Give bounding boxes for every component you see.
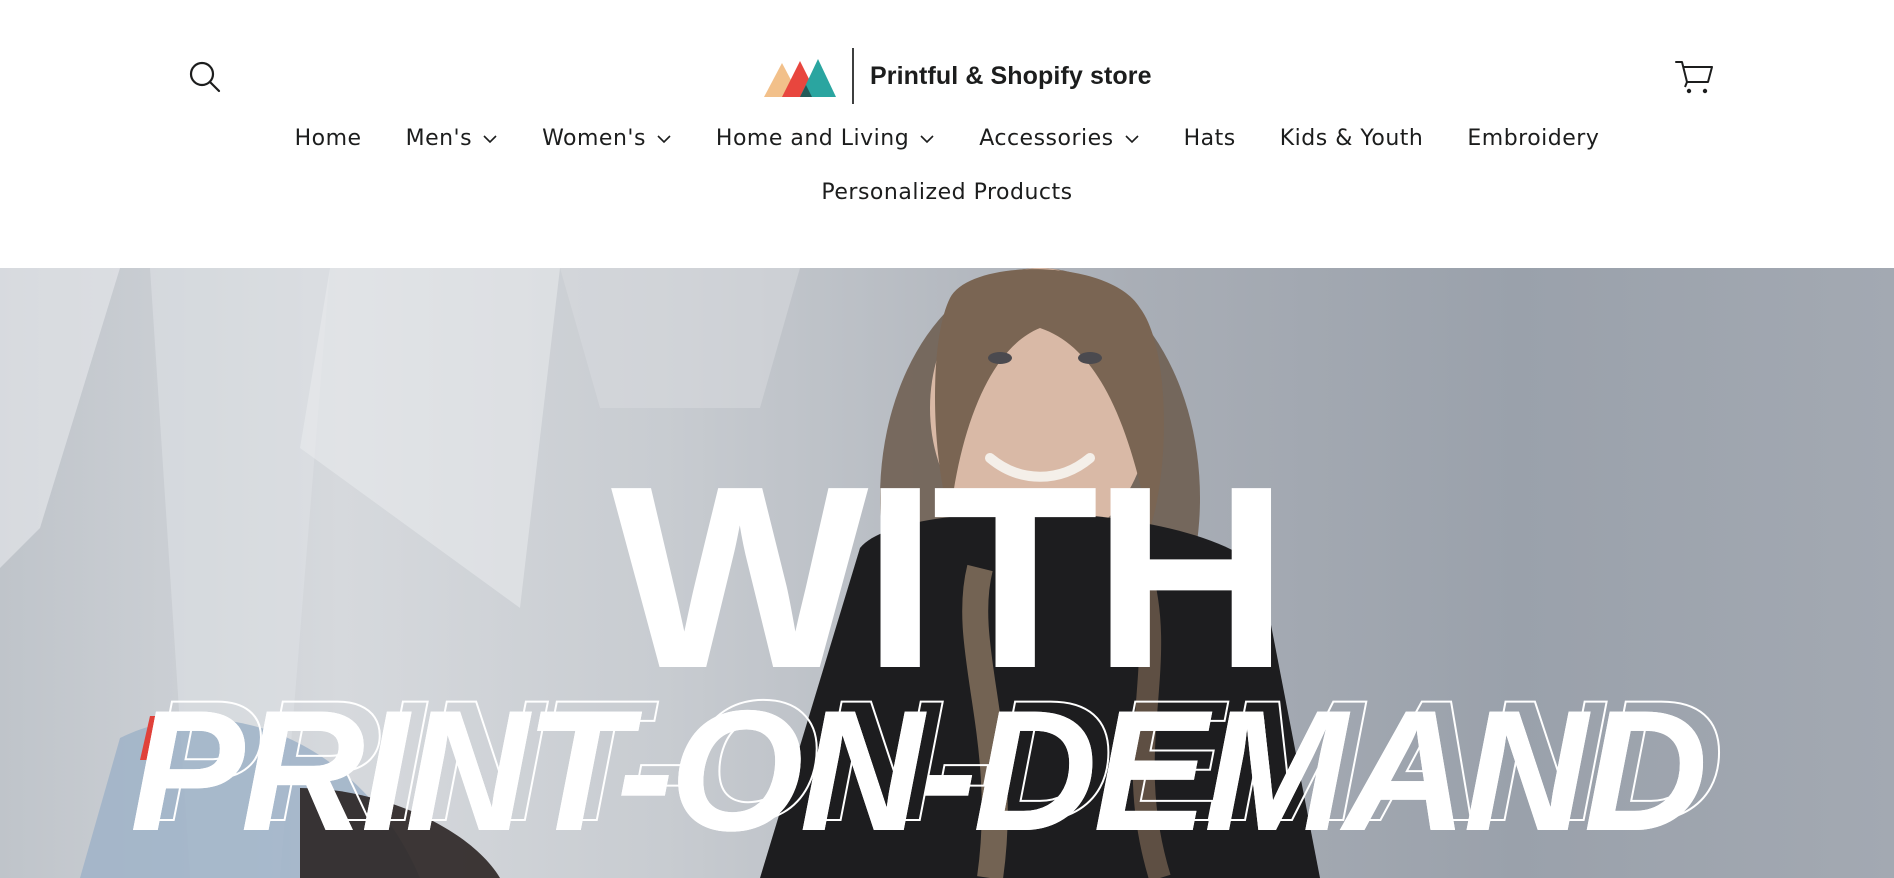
nav-item-label: Accessories bbox=[979, 126, 1114, 151]
chevron-down-icon bbox=[483, 134, 497, 143]
nav-item-personalized-products[interactable]: Personalized Products bbox=[821, 180, 1072, 205]
chevron-down-icon bbox=[920, 134, 934, 143]
hero-heading-line-1: WITH bbox=[610, 433, 1290, 723]
logo-divider bbox=[852, 48, 854, 104]
nav-item-kids-youth[interactable]: Kids & Youth bbox=[1280, 126, 1424, 151]
hero-banner: WITH PRINT-ON-DEMAND PRINT-ON-DEMAND bbox=[0, 268, 1894, 878]
cart-button[interactable] bbox=[1674, 56, 1716, 96]
search-icon bbox=[189, 61, 221, 93]
nav-item-accessories[interactable]: Accessories bbox=[979, 126, 1139, 151]
hero-heading-line-2: PRINT-ON-DEMAND bbox=[130, 675, 1708, 867]
main-navigation-row-2: Personalized Products bbox=[0, 180, 1894, 205]
cart-icon bbox=[1675, 61, 1713, 94]
nav-item-label: Personalized Products bbox=[821, 180, 1073, 205]
main-navigation: Home Men's Women's Home and Living Acces… bbox=[0, 126, 1894, 151]
nav-item-label: Hats bbox=[1183, 126, 1236, 151]
nav-item-label: Kids & Youth bbox=[1279, 126, 1424, 151]
nav-item-womens[interactable]: Women's bbox=[542, 126, 672, 151]
nav-item-hats[interactable]: Hats bbox=[1184, 126, 1236, 151]
site-header: Printful & Shopify store Home Men's Wome… bbox=[0, 0, 1894, 268]
nav-item-label: Women's bbox=[542, 126, 646, 151]
nav-item-label: Home bbox=[294, 126, 362, 151]
nav-item-home[interactable]: Home bbox=[295, 126, 362, 151]
nav-item-label: Men's bbox=[405, 126, 473, 151]
nav-item-embroidery[interactable]: Embroidery bbox=[1467, 126, 1599, 151]
search-button[interactable] bbox=[186, 58, 224, 96]
store-logo[interactable]: Printful & Shopify store bbox=[762, 44, 1152, 108]
nav-item-label: Home and Living bbox=[715, 126, 910, 151]
logo-mark-icon bbox=[764, 59, 836, 97]
chevron-down-icon bbox=[1125, 134, 1139, 143]
nav-item-home-and-living[interactable]: Home and Living bbox=[716, 126, 935, 151]
nav-item-mens[interactable]: Men's bbox=[406, 126, 498, 151]
nav-item-label: Embroidery bbox=[1467, 126, 1600, 151]
chevron-down-icon bbox=[657, 134, 671, 143]
logo-text: Printful & Shopify store bbox=[870, 61, 1152, 90]
